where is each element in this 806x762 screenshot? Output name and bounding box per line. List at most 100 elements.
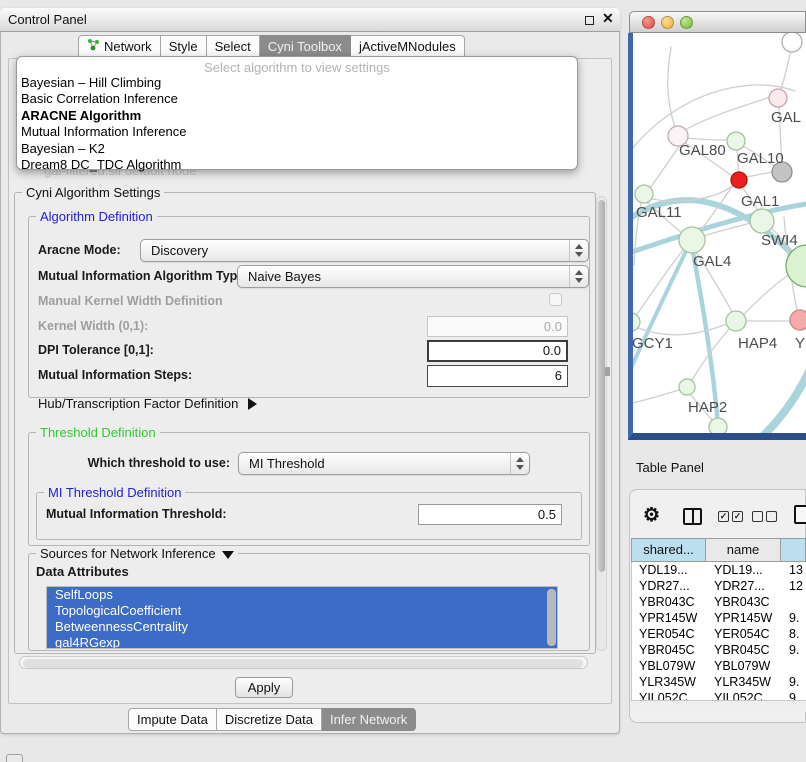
dropdown-item[interactable]: Basic Correlation Inference bbox=[17, 91, 577, 107]
table-horizontal-scrollbar[interactable] bbox=[631, 700, 806, 712]
which-threshold-combobox[interactable]: MI Threshold bbox=[238, 452, 530, 475]
network-node-hap2[interactable] bbox=[679, 379, 695, 395]
mi-algorithm-type-combobox[interactable]: Naive Bayes bbox=[237, 265, 589, 288]
network-node-gal4[interactable] bbox=[679, 227, 705, 253]
table-column-header[interactable] bbox=[781, 538, 806, 562]
table-cell: YLR345W bbox=[707, 674, 782, 690]
network-edge[interactable] bbox=[633, 390, 679, 404]
network-node-gal10[interactable] bbox=[727, 132, 745, 150]
network-window-titlebar[interactable] bbox=[629, 11, 806, 33]
aracne-mode-combobox[interactable]: Discovery bbox=[140, 239, 589, 262]
network-node-hap4[interactable] bbox=[726, 311, 746, 331]
panel-divider-handle[interactable] bbox=[605, 367, 610, 376]
network-canvas[interactable]: GALGAL80GAL10GAL1GAL11SWI4GAL4GCY1HAP4YH… bbox=[633, 33, 806, 433]
data-attributes-label: Data Attributes bbox=[36, 564, 129, 580]
list-item[interactable]: BetweennessCentrality bbox=[47, 619, 557, 635]
settings-vertical-scrollbar-thumb[interactable] bbox=[598, 200, 605, 572]
dropdown-item[interactable]: Bayesian – Hill Climbing bbox=[17, 75, 577, 91]
dropdown-item[interactable]: Mutual Information Inference bbox=[17, 124, 577, 140]
network-edge[interactable] bbox=[744, 274, 790, 314]
table-row[interactable]: YBR045CYBR045C9. bbox=[632, 642, 806, 658]
checked-checkbox-icon[interactable]: ✓ bbox=[718, 511, 729, 522]
minimize-traffic-light-icon[interactable] bbox=[661, 16, 674, 29]
hub-definition-expander[interactable]: Hub/Transcription Factor Definition bbox=[38, 396, 257, 411]
tab-infer-network[interactable]: Infer Network bbox=[322, 708, 416, 731]
settings-horizontal-scrollbar-thumb[interactable] bbox=[23, 659, 583, 668]
settings-vertical-scrollbar[interactable] bbox=[596, 196, 607, 651]
network-node-y[interactable] bbox=[790, 310, 806, 330]
table-row[interactable]: YLR345WYLR345W9. bbox=[632, 674, 806, 690]
network-edge[interactable] bbox=[751, 369, 806, 433]
list-item[interactable]: SelfLoops bbox=[47, 587, 557, 603]
cyni-algorithm-settings-title: Cyni Algorithm Settings bbox=[22, 185, 164, 200]
manual-kernel-width-checkbox[interactable] bbox=[549, 293, 562, 306]
network-edge[interactable] bbox=[781, 50, 791, 90]
network-edge[interactable] bbox=[650, 145, 680, 188]
table-column-header[interactable]: shared... bbox=[631, 538, 706, 562]
list-item[interactable]: TopologicalCoefficient bbox=[47, 603, 557, 619]
settings-horizontal-scrollbar[interactable] bbox=[19, 656, 588, 669]
network-node[interactable] bbox=[782, 33, 802, 52]
collapse-arrow-icon[interactable] bbox=[222, 551, 234, 559]
network-node[interactable] bbox=[709, 418, 727, 433]
dropdown-item[interactable]: Bayesian – K2 bbox=[17, 141, 577, 157]
data-attributes-list[interactable]: SelfLoopsTopologicalCoefficientBetweenne… bbox=[46, 586, 558, 649]
kernel-width-field[interactable]: 0.0 bbox=[427, 316, 568, 337]
unchecked-checkbox-icon[interactable] bbox=[752, 511, 763, 522]
dropdown-item-list: Bayesian – Hill ClimbingBasic Correlatio… bbox=[17, 75, 577, 173]
dropdown-item[interactable]: Dream8 DC_TDC Algorithm bbox=[17, 157, 577, 173]
expand-arrow-icon[interactable] bbox=[248, 398, 257, 410]
network-node-label: GAL1 bbox=[741, 193, 779, 210]
table-cell: YPR145W bbox=[707, 610, 782, 626]
table-row[interactable]: YBL079WYBL079W bbox=[632, 658, 806, 674]
dropdown-item[interactable]: ARACNE Algorithm bbox=[17, 108, 577, 124]
control-panel-titlebar[interactable] bbox=[0, 8, 620, 32]
list-item[interactable]: gal4RGexp bbox=[47, 635, 557, 649]
network-edge[interactable] bbox=[686, 138, 729, 140]
tab-impute-data[interactable]: Impute Data bbox=[128, 708, 217, 731]
network-node-swi4[interactable] bbox=[750, 209, 774, 233]
table-column-header[interactable]: name bbox=[706, 538, 781, 562]
network-node-label: HAP4 bbox=[738, 335, 777, 352]
mi-steps-label: Mutual Information Steps: bbox=[38, 365, 192, 386]
dpi-tolerance-field[interactable]: 0.0 bbox=[427, 340, 568, 362]
spinner-arrows-icon[interactable] bbox=[510, 453, 529, 474]
table-cell: YER054C bbox=[632, 626, 707, 642]
table-cell: 9. bbox=[782, 610, 806, 626]
table-cell: YBR043C bbox=[707, 594, 782, 610]
network-edge[interactable] bbox=[668, 47, 675, 128]
attributes-list-scrollbar[interactable] bbox=[547, 589, 556, 646]
mi-threshold-field[interactable]: 0.5 bbox=[418, 504, 562, 525]
table-row[interactable]: YDR27...YDR27...12 bbox=[632, 578, 806, 594]
table-body[interactable]: YDL19...YDL19...13YDR27...YDR27...12YBR0… bbox=[631, 562, 806, 700]
table-cell: YBL079W bbox=[707, 658, 782, 674]
collapsed-panel-icon[interactable] bbox=[6, 754, 23, 762]
unchecked-checkbox-icon[interactable] bbox=[766, 511, 777, 522]
columns-icon[interactable] bbox=[683, 508, 702, 525]
network-node-gal11[interactable] bbox=[635, 185, 653, 203]
table-row[interactable]: YBR043CYBR043C bbox=[632, 594, 806, 610]
table-row[interactable]: YPR145WYPR145W9. bbox=[632, 610, 806, 626]
zoom-traffic-light-icon[interactable] bbox=[680, 16, 693, 29]
close-traffic-light-icon[interactable] bbox=[642, 16, 655, 29]
float-window-icon[interactable] bbox=[585, 16, 594, 25]
network-graph[interactable]: GALGAL80GAL10GAL1GAL11SWI4GAL4GCY1HAP4YH… bbox=[633, 33, 806, 433]
checked-checkbox-icon[interactable]: ✓ bbox=[732, 511, 743, 522]
network-node-gal1[interactable] bbox=[731, 172, 747, 188]
apply-button[interactable]: Apply bbox=[235, 677, 293, 698]
network-node-gal[interactable] bbox=[769, 89, 787, 107]
close-icon[interactable]: ✕ bbox=[602, 10, 614, 27]
gear-icon[interactable]: ⚙ bbox=[643, 504, 660, 527]
spinner-arrows-icon[interactable] bbox=[569, 240, 588, 261]
network-edge[interactable] bbox=[685, 96, 773, 130]
mi-steps-field[interactable]: 6 bbox=[427, 365, 568, 387]
table-row[interactable]: YER054CYER054C8. bbox=[632, 626, 806, 642]
sources-title[interactable]: Sources for Network Inference bbox=[36, 546, 238, 561]
network-edge[interactable] bbox=[746, 172, 773, 177]
document-icon[interactable] bbox=[794, 505, 806, 524]
table-row[interactable]: YDL19...YDL19...13 bbox=[632, 562, 806, 578]
network-edge[interactable] bbox=[633, 249, 687, 381]
spinner-arrows-icon[interactable] bbox=[569, 266, 588, 287]
table-row[interactable]: YIL052CYIL052C9. bbox=[632, 690, 806, 700]
tab-discretize-data[interactable]: Discretize Data bbox=[217, 708, 322, 731]
